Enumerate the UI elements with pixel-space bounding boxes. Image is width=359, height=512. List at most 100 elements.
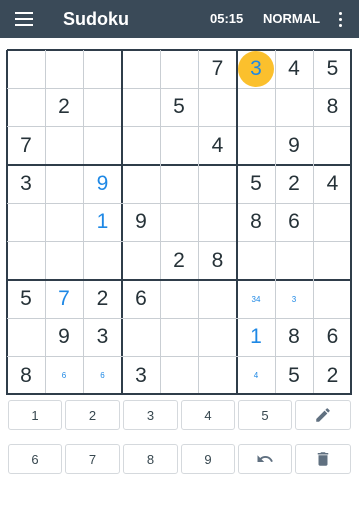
cell-r1c2[interactable] xyxy=(45,50,83,88)
undo-button[interactable] xyxy=(238,444,292,474)
cell-r1c5[interactable] xyxy=(160,50,198,88)
cell-r5c5[interactable] xyxy=(160,203,198,241)
cell-r5c1[interactable] xyxy=(7,203,45,241)
cell-r4c8[interactable]: 2 xyxy=(275,165,313,203)
cell-r6c8[interactable] xyxy=(275,241,313,280)
grid-line-vertical xyxy=(160,50,161,395)
cell-r7c4[interactable]: 6 xyxy=(122,280,160,318)
given-digit: 2 xyxy=(58,95,70,118)
cell-r3c5[interactable] xyxy=(160,126,198,165)
cell-r9c4[interactable]: 3 xyxy=(122,356,160,395)
cell-r9c6[interactable] xyxy=(198,356,237,395)
hamburger-menu-icon[interactable] xyxy=(10,8,38,30)
digit-key-7[interactable]: 7 xyxy=(65,444,120,474)
cell-r9c2[interactable]: 6 xyxy=(45,356,83,395)
cell-r4c6[interactable] xyxy=(198,165,237,203)
cell-r5c3[interactable]: 1 xyxy=(83,203,122,241)
cell-r5c4[interactable]: 9 xyxy=(122,203,160,241)
cell-r9c9[interactable]: 2 xyxy=(313,356,352,395)
digit-key-6[interactable]: 6 xyxy=(8,444,62,474)
cell-r3c3[interactable] xyxy=(83,126,122,165)
cell-r1c7[interactable]: 3 xyxy=(237,50,275,88)
cell-r5c9[interactable] xyxy=(313,203,352,241)
cell-r7c5[interactable] xyxy=(160,280,198,318)
pencil-mode-button[interactable] xyxy=(295,400,351,430)
cell-r4c5[interactable] xyxy=(160,165,198,203)
delete-button[interactable] xyxy=(295,444,351,474)
cell-r6c6[interactable]: 8 xyxy=(198,241,237,280)
cell-r5c6[interactable] xyxy=(198,203,237,241)
digit-key-4[interactable]: 4 xyxy=(181,400,235,430)
difficulty-label[interactable]: NORMAL xyxy=(263,11,320,26)
cell-r2c1[interactable] xyxy=(7,88,45,126)
cell-r8c1[interactable] xyxy=(7,318,45,356)
cell-r3c2[interactable] xyxy=(45,126,83,165)
cell-r3c8[interactable]: 9 xyxy=(275,126,313,165)
cell-r3c4[interactable] xyxy=(122,126,160,165)
cell-r8c2[interactable]: 9 xyxy=(45,318,83,356)
cell-r8c9[interactable]: 6 xyxy=(313,318,352,356)
cell-r7c7[interactable]: 34 xyxy=(237,280,275,318)
cell-r2c5[interactable]: 5 xyxy=(160,88,198,126)
cell-r4c4[interactable] xyxy=(122,165,160,203)
cell-r6c2[interactable] xyxy=(45,241,83,280)
digit-key-1[interactable]: 1 xyxy=(8,400,62,430)
cell-r1c6[interactable]: 7 xyxy=(198,50,237,88)
cell-r1c9[interactable]: 5 xyxy=(313,50,352,88)
cell-r3c7[interactable] xyxy=(237,126,275,165)
cell-r4c2[interactable] xyxy=(45,165,83,203)
cell-r6c3[interactable] xyxy=(83,241,122,280)
cell-r7c3[interactable]: 2 xyxy=(83,280,122,318)
cell-r8c6[interactable] xyxy=(198,318,237,356)
cell-r3c1[interactable]: 7 xyxy=(7,126,45,165)
cell-r5c8[interactable]: 6 xyxy=(275,203,313,241)
cell-r9c3[interactable]: 6 xyxy=(83,356,122,395)
cell-r7c1[interactable]: 5 xyxy=(7,280,45,318)
cell-r6c7[interactable] xyxy=(237,241,275,280)
cell-r6c1[interactable] xyxy=(7,241,45,280)
cell-r2c2[interactable]: 2 xyxy=(45,88,83,126)
cell-r7c6[interactable] xyxy=(198,280,237,318)
digit-key-9[interactable]: 9 xyxy=(181,444,235,474)
cell-r8c8[interactable]: 8 xyxy=(275,318,313,356)
cell-r6c4[interactable] xyxy=(122,241,160,280)
cell-r9c5[interactable] xyxy=(160,356,198,395)
digit-key-5[interactable]: 5 xyxy=(238,400,292,430)
digit-key-2[interactable]: 2 xyxy=(65,400,120,430)
cell-r8c5[interactable] xyxy=(160,318,198,356)
cell-r8c3[interactable]: 3 xyxy=(83,318,122,356)
cell-r5c7[interactable]: 8 xyxy=(237,203,275,241)
cell-r6c5[interactable]: 2 xyxy=(160,241,198,280)
given-digit: 2 xyxy=(288,172,300,195)
cell-r8c7[interactable]: 1 xyxy=(237,318,275,356)
cell-r2c7[interactable] xyxy=(237,88,275,126)
cell-r2c4[interactable] xyxy=(122,88,160,126)
cell-r9c7[interactable]: 4 xyxy=(237,356,275,395)
cell-r2c9[interactable]: 8 xyxy=(313,88,352,126)
cell-r1c3[interactable] xyxy=(83,50,122,88)
cell-r5c2[interactable] xyxy=(45,203,83,241)
cell-r3c6[interactable]: 4 xyxy=(198,126,237,165)
cell-r1c8[interactable]: 4 xyxy=(275,50,313,88)
cell-r1c4[interactable] xyxy=(122,50,160,88)
cell-r7c2[interactable]: 7 xyxy=(45,280,83,318)
cell-r4c9[interactable]: 4 xyxy=(313,165,352,203)
cell-r4c1[interactable]: 3 xyxy=(7,165,45,203)
cell-r7c8[interactable]: 3 xyxy=(275,280,313,318)
cell-r9c8[interactable]: 5 xyxy=(275,356,313,395)
digit-key-3[interactable]: 3 xyxy=(123,400,178,430)
given-digit: 8 xyxy=(326,95,339,118)
cell-r4c7[interactable]: 5 xyxy=(237,165,275,203)
cell-r2c3[interactable] xyxy=(83,88,122,126)
cell-r6c9[interactable] xyxy=(313,241,352,280)
cell-r2c6[interactable] xyxy=(198,88,237,126)
cell-r8c4[interactable] xyxy=(122,318,160,356)
cell-r3c9[interactable] xyxy=(313,126,352,165)
cell-r2c8[interactable] xyxy=(275,88,313,126)
cell-r7c9[interactable] xyxy=(313,280,352,318)
cell-r9c1[interactable]: 8 xyxy=(7,356,45,395)
cell-r1c1[interactable] xyxy=(7,50,45,88)
more-vert-icon[interactable] xyxy=(334,9,346,29)
cell-r4c3[interactable]: 9 xyxy=(83,165,122,203)
digit-key-8[interactable]: 8 xyxy=(123,444,178,474)
